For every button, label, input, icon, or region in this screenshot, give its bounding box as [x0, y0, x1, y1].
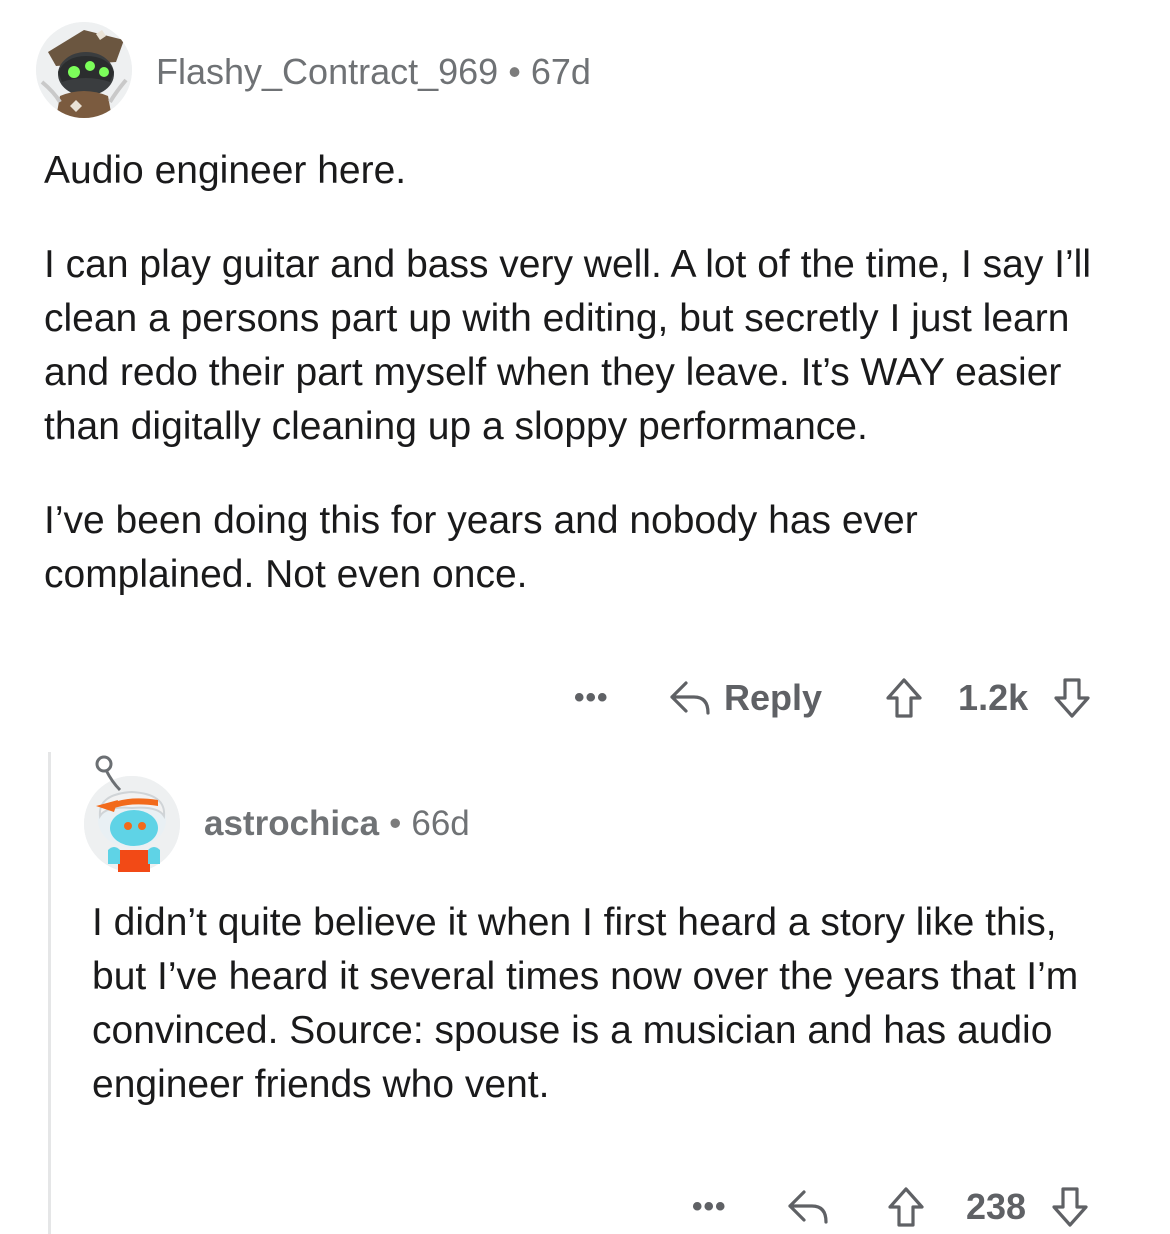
- downvote-arrow-icon: [1052, 1187, 1088, 1227]
- avatar-snoo-icon: [84, 755, 180, 872]
- comment-actions: ••• 238: [692, 1182, 1090, 1232]
- comment-age: 66d: [411, 804, 470, 843]
- comment-header: astrochica • 66d: [204, 802, 470, 846]
- meta-separator: •: [508, 51, 521, 92]
- upvote-arrow-icon: [888, 1187, 924, 1227]
- upvote-arrow-icon: [886, 678, 922, 718]
- reply-arrow-icon: [788, 1190, 828, 1224]
- meta-separator: •: [389, 804, 402, 843]
- upvote-button[interactable]: [886, 1185, 926, 1229]
- avatar-flashy-contract[interactable]: [36, 22, 132, 118]
- comment-body: I didn’t quite believe it when I first h…: [92, 896, 1112, 1112]
- comment-body: Audio engineer here. I can play guitar a…: [44, 144, 1134, 602]
- comment-paragraph: Audio engineer here.: [44, 149, 407, 192]
- comment-age: 67d: [530, 51, 591, 92]
- comment-1: Flashy_Contract_969 • 67d Audio engineer…: [0, 0, 1170, 740]
- reply-button[interactable]: [786, 1186, 832, 1228]
- comment-header: Flashy_Contract_969 • 67d: [156, 50, 591, 94]
- reply-button[interactable]: Reply: [668, 677, 822, 719]
- username[interactable]: astrochica: [204, 804, 379, 844]
- reply-label: Reply: [724, 677, 823, 718]
- downvote-button[interactable]: [1050, 1185, 1090, 1229]
- comment-paragraph: I didn’t quite believe it when I first h…: [92, 901, 1079, 1106]
- downvote-button[interactable]: [1052, 676, 1092, 720]
- comment-actions: ••• Reply 1.2k: [574, 674, 1092, 722]
- avatar-robot-icon: [36, 22, 132, 118]
- comment-2: astrochica • 66d I didn’t quite believe …: [0, 740, 1170, 1234]
- comment-paragraph: I’ve been doing this for years and nobod…: [44, 499, 918, 596]
- reply-arrow-icon: [670, 681, 710, 715]
- vote-count: 238: [966, 1186, 1027, 1227]
- avatar-astrochica[interactable]: [84, 755, 180, 872]
- upvote-button[interactable]: [884, 676, 924, 720]
- more-options-button[interactable]: •••: [574, 683, 624, 713]
- downvote-arrow-icon: [1054, 678, 1090, 718]
- vote-count: 1.2k: [958, 677, 1029, 718]
- username[interactable]: Flashy_Contract_969: [156, 51, 498, 93]
- comment-paragraph: I can play guitar and bass very well. A …: [44, 243, 1092, 448]
- more-options-button[interactable]: •••: [692, 1192, 742, 1222]
